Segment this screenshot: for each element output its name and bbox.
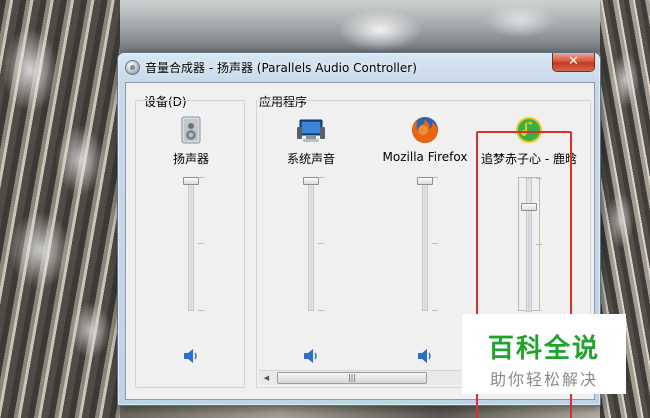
title-bar[interactable]: 音量合成器 - 扬声器 (Parallels Audio Controller)… <box>118 53 600 81</box>
channel-label: Mozilla Firefox <box>382 150 468 164</box>
system-sounds-icon[interactable] <box>296 115 326 145</box>
device-group: 扬声器 <box>135 100 245 388</box>
channel-label: 系统声音 <box>286 152 335 166</box>
desktop-wallpaper-left <box>0 0 120 418</box>
mute-speaker-icon[interactable] <box>182 348 200 364</box>
channel-system-sounds: 系统声音 <box>261 101 361 371</box>
volume-slider[interactable] <box>181 177 204 311</box>
close-button[interactable]: ✕ <box>552 53 595 72</box>
slider-track <box>188 177 194 311</box>
scroll-left-arrow-icon[interactable]: ◀ <box>259 371 274 385</box>
desktop-wallpaper-top <box>120 0 600 52</box>
volume-slider[interactable] <box>415 177 438 311</box>
watermark-subtitle: 助你轻松解决 <box>489 370 598 389</box>
channel-label: 扬声器 <box>172 152 209 166</box>
speaker-device-icon[interactable] <box>176 115 206 145</box>
volume-slider[interactable] <box>301 177 324 311</box>
watermark-logo: 百科全说 助你轻松解决 <box>462 314 626 394</box>
channel-firefox: Mozilla Firefox <box>375 101 475 371</box>
slider-thumb[interactable] <box>303 177 319 185</box>
watermark-title: 百科全说 <box>487 334 600 364</box>
slider-thumb[interactable] <box>417 177 433 185</box>
slider-thumb[interactable] <box>183 177 199 185</box>
scrollbar-thumb[interactable]: ||| <box>277 372 427 384</box>
firefox-icon[interactable] <box>410 115 440 145</box>
channel-speaker: 扬声器 <box>141 101 241 371</box>
slider-track <box>308 177 314 311</box>
slider-track <box>422 177 428 311</box>
mute-speaker-icon[interactable] <box>302 348 320 364</box>
window-title: 音量合成器 - 扬声器 (Parallels Audio Controller) <box>145 61 417 75</box>
mute-speaker-icon[interactable] <box>416 348 434 364</box>
speaker-app-icon <box>125 60 140 75</box>
